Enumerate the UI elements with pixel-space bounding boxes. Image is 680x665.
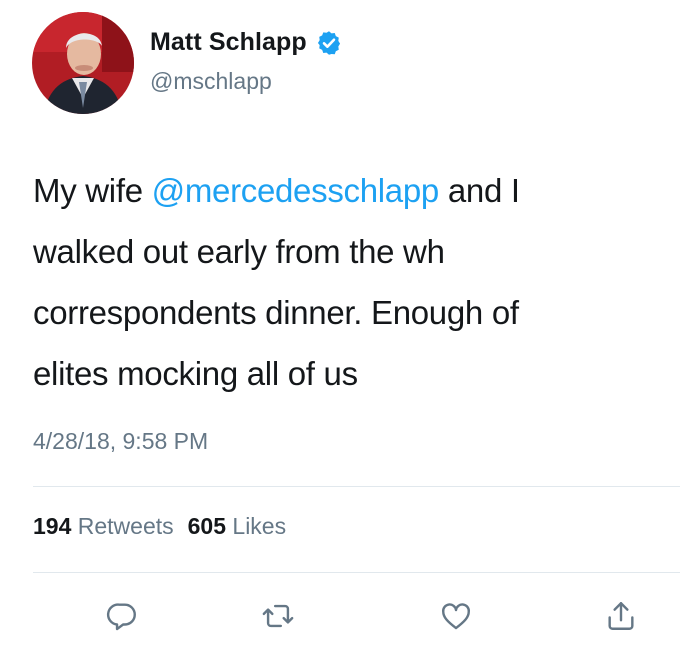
tweet-text: My wife @mercedesschlapp and I walked ou… (33, 160, 653, 404)
tweet-stats: 194 Retweets 605 Likes (33, 513, 286, 540)
retweet-button[interactable] (258, 596, 298, 636)
like-button[interactable] (436, 596, 476, 636)
author-display-name[interactable]: Matt Schlapp (150, 28, 307, 57)
verified-badge-icon (317, 30, 340, 55)
tweet-text-segment: and I (438, 172, 520, 209)
author-name-row: Matt Schlapp (150, 28, 342, 57)
heart-icon (442, 603, 470, 630)
tweet-text-line: My wife @mercedesschlapp and I (33, 160, 653, 221)
tweet-text-segment: My wife (33, 172, 152, 209)
mention-link[interactable]: @mercedesschlapp (152, 172, 440, 209)
tweet-actions (0, 596, 680, 640)
retweet-icon (262, 604, 294, 628)
retweets-stat[interactable]: 194 Retweets (33, 513, 174, 539)
reply-icon (106, 603, 136, 631)
divider (33, 572, 680, 573)
avatar-photo (32, 12, 134, 114)
share-button[interactable] (601, 596, 641, 636)
likes-stat[interactable]: 605 Likes (188, 513, 286, 539)
retweets-label: Retweets (77, 513, 174, 539)
author-handle[interactable]: @mschlapp (150, 68, 272, 95)
likes-count: 605 (187, 513, 227, 539)
tweet-card: Matt Schlapp @mschlapp My wife @mercedes… (0, 0, 680, 665)
tweet-text-line: walked out early from the wh (33, 233, 445, 270)
retweets-count: 194 (33, 513, 72, 539)
reply-button[interactable] (102, 596, 142, 636)
avatar[interactable] (32, 12, 134, 114)
tweet-text-line: correspondents dinner. Enough of (33, 294, 519, 331)
tweet-text-line: elites mocking all of us (33, 355, 358, 392)
likes-label: Likes (232, 513, 287, 539)
divider (33, 486, 680, 487)
tweet-timestamp[interactable]: 4/28/18, 9:58 PM (33, 428, 208, 455)
share-icon (608, 602, 634, 630)
